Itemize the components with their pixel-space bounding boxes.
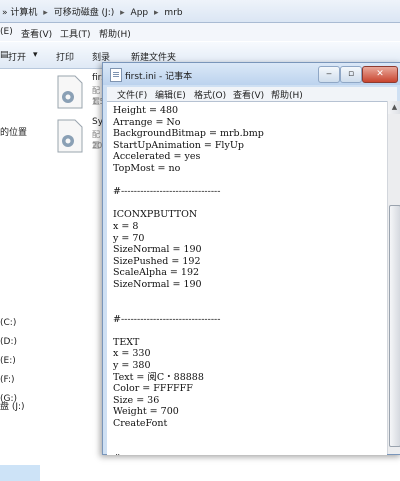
breadcrumb-computer[interactable]: 计算机 xyxy=(10,8,37,18)
menu-help[interactable]: 帮助(H) xyxy=(99,27,131,40)
file-item[interactable]: Sys 配置 20 xyxy=(56,115,108,159)
dropdown-arrow-icon[interactable]: ▾ xyxy=(33,50,38,60)
scroll-up-icon[interactable]: ▲ xyxy=(388,101,400,114)
nav-drive-d[interactable]: (D:) xyxy=(0,337,17,347)
maximize-button[interactable]: ▫ xyxy=(340,66,362,83)
scroll-thumb[interactable] xyxy=(389,205,400,447)
notepad-menu-bar: 文件(F) 编辑(E) 格式(O) 查看(V) 帮助(H) xyxy=(107,87,397,101)
selected-drive-highlight xyxy=(0,465,40,481)
close-button[interactable]: ✕ xyxy=(362,66,398,83)
breadcrumb-separator-icon[interactable]: ▸ xyxy=(120,8,125,18)
minimize-button[interactable]: ‒ xyxy=(318,66,340,83)
menu-tools[interactable]: 工具(T) xyxy=(60,27,91,40)
menu-view[interactable]: 查看(V) xyxy=(233,88,264,101)
breadcrumb-separator-icon[interactable]: ▸ xyxy=(154,8,159,18)
menu-format[interactable]: 格式(O) xyxy=(194,88,226,101)
menu-view[interactable]: 查看(V) xyxy=(21,27,52,40)
menu-edit[interactable]: 编辑(E) xyxy=(155,88,186,101)
nav-drive-j[interactable]: 盘 (J:) xyxy=(0,399,25,412)
print-button[interactable]: 打印 xyxy=(56,50,74,63)
text-editor[interactable]: Height = 480 Arrange = No BackgroundBitm… xyxy=(107,101,387,455)
vertical-scrollbar[interactable]: ▲ xyxy=(387,101,400,454)
file-content[interactable]: Height = 480 Arrange = No BackgroundBitm… xyxy=(107,102,387,455)
file-size: 20 xyxy=(92,141,103,150)
file-item[interactable]: first 配置 1.5 xyxy=(56,71,110,115)
notepad-window: first.ini - 记事本 ‒ ▫ ✕ 文件(F) 编辑(E) 格式(O) … xyxy=(102,62,400,455)
breadcrumb-mrb[interactable]: mrb xyxy=(164,8,182,18)
notepad-icon xyxy=(110,68,122,82)
address-bar[interactable]: » 计算机 ▸ 可移动磁盘 (J:) ▸ App ▸ mrb xyxy=(0,0,400,23)
breadcrumb-app[interactable]: App xyxy=(131,8,149,18)
navigation-pane: 的位置 (C:) (D:) (E:) (F:) (G:) 盘 (J:) xyxy=(0,69,40,481)
config-file-icon xyxy=(57,119,83,153)
nav-drive-c[interactable]: (C:) xyxy=(0,318,16,328)
menu-edit[interactable]: (E) xyxy=(0,27,13,37)
file-list: first 配置 1.5 Sys 配置 20 xyxy=(48,69,110,453)
nav-recent-places[interactable]: 的位置 xyxy=(0,125,27,138)
explorer-menu-bar: (E) 查看(V) 工具(T) 帮助(H) xyxy=(0,23,400,41)
menu-help[interactable]: 帮助(H) xyxy=(271,88,303,101)
config-file-icon xyxy=(57,75,83,109)
nav-drive-e[interactable]: (E:) xyxy=(0,356,16,366)
address-arrow-icon: » xyxy=(2,8,8,18)
breadcrumb-removable-disk[interactable]: 可移动磁盘 (J:) xyxy=(54,8,115,18)
open-button[interactable]: 打开 xyxy=(8,50,26,63)
nav-drive-f[interactable]: (F:) xyxy=(0,375,15,385)
menu-file[interactable]: 文件(F) xyxy=(117,88,147,101)
breadcrumb-separator-icon[interactable]: ▸ xyxy=(43,8,48,18)
title-bar[interactable]: first.ini - 记事本 ‒ ▫ ✕ xyxy=(103,63,400,85)
window-title: first.ini - 记事本 xyxy=(125,72,193,82)
